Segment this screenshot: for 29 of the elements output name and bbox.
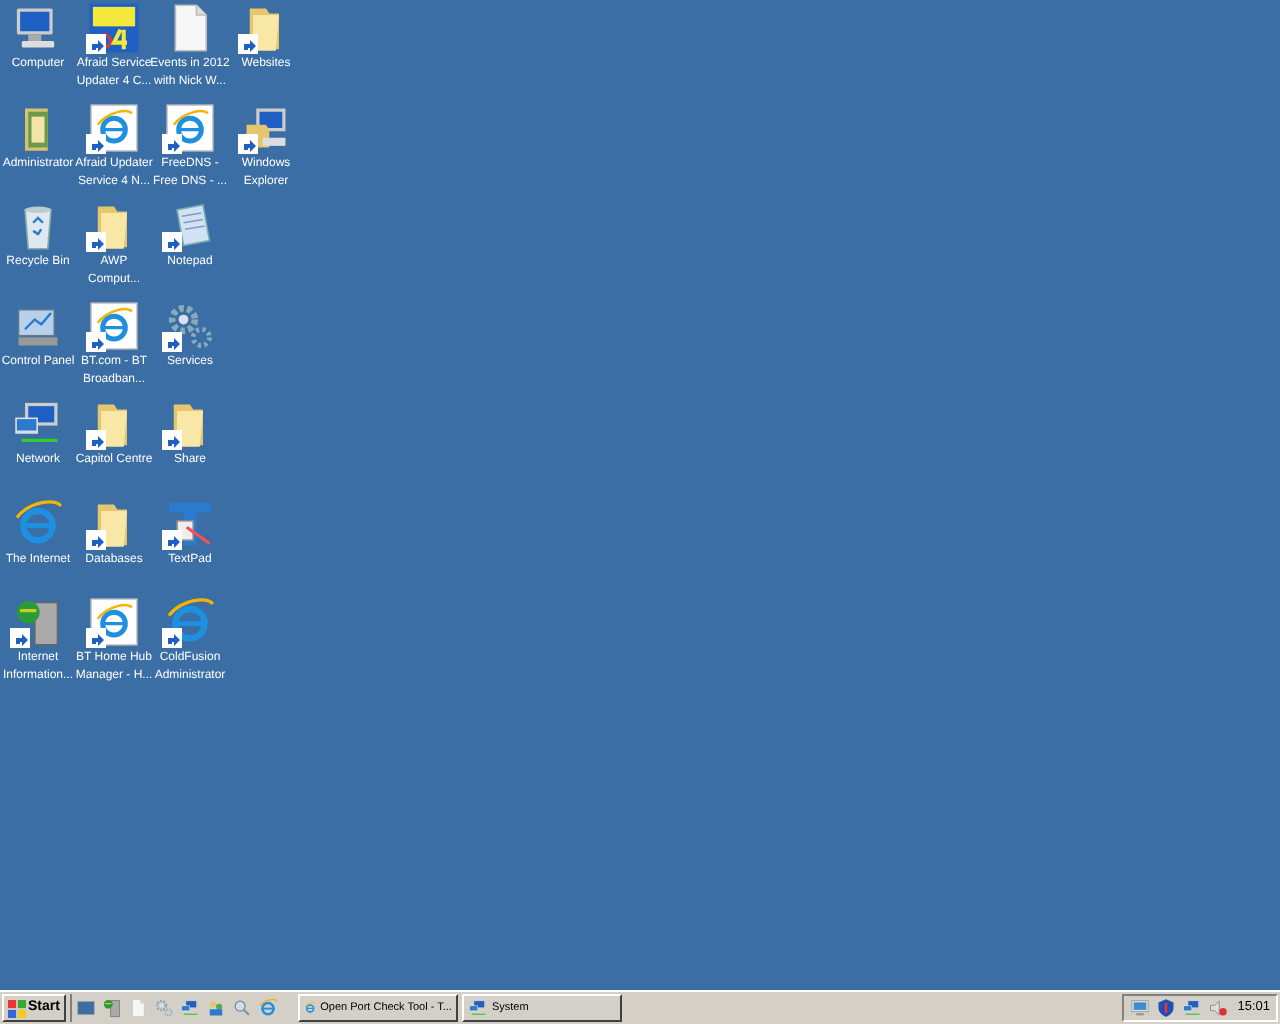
shield-icon — [1155, 998, 1176, 1018]
quick-launch-button[interactable] — [101, 998, 122, 1018]
internet-explorer-icon — [303, 998, 317, 1018]
speaker-icon — [1207, 998, 1228, 1018]
network-icon — [467, 998, 488, 1018]
gears-icon — [153, 998, 174, 1018]
network-icon — [179, 998, 200, 1018]
quick-launch-button[interactable] — [231, 998, 252, 1018]
document-icon — [127, 998, 148, 1018]
quick-launch-button[interactable] — [75, 998, 96, 1018]
gears-icon — [164, 299, 216, 351]
quick-launch-button[interactable] — [257, 998, 278, 1018]
quick-launch-button[interactable] — [153, 998, 174, 1018]
desktop-icon — [75, 998, 96, 1018]
tray-button[interactable] — [1129, 998, 1150, 1018]
internet-explorer-icon — [12, 497, 64, 549]
tray-button[interactable] — [1181, 998, 1202, 1018]
network-icon — [1181, 998, 1202, 1018]
quick-launch-button[interactable] — [179, 998, 200, 1018]
server-icon — [12, 596, 64, 648]
server-icon — [101, 998, 122, 1018]
tray-button[interactable] — [1155, 998, 1176, 1018]
internet-explorer-icon — [257, 998, 278, 1018]
magnifier-icon — [231, 998, 252, 1018]
tray-button[interactable] — [1207, 998, 1228, 1018]
quick-launch-button[interactable] — [205, 998, 226, 1018]
monitor-icon — [1129, 998, 1150, 1018]
windows-logo-icon — [8, 999, 26, 1017]
people-icon — [205, 998, 226, 1018]
